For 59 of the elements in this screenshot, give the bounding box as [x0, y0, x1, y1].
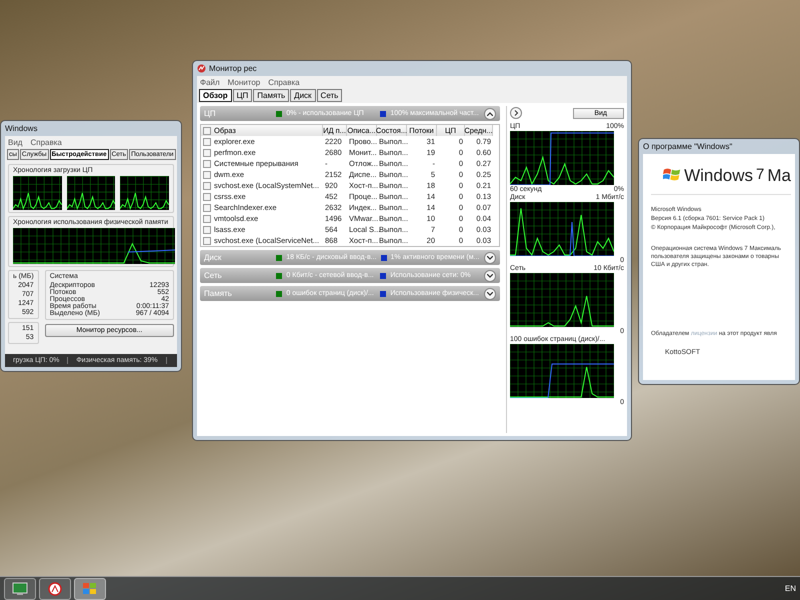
menu-item[interactable]: Справка — [30, 138, 62, 146]
chevron-icon — [487, 256, 494, 260]
swatch-icon — [380, 110, 386, 116]
swatch-icon — [380, 290, 386, 296]
menu-item[interactable]: Вид — [8, 138, 22, 146]
swatch-icon — [276, 272, 282, 278]
swatch-icon — [276, 110, 282, 116]
tab[interactable]: ЦП — [232, 89, 252, 102]
checkbox[interactable] — [203, 236, 211, 244]
app-icon — [197, 64, 206, 73]
tab[interactable]: Память — [253, 89, 290, 102]
checkbox[interactable] — [203, 226, 211, 234]
expand-button[interactable] — [484, 108, 496, 120]
windows-logo-icon — [82, 582, 98, 596]
checkbox[interactable] — [203, 148, 211, 156]
checkbox[interactable] — [203, 192, 211, 200]
checkbox[interactable] — [203, 182, 211, 190]
checkbox[interactable] — [203, 170, 211, 178]
swatch-icon — [380, 254, 387, 260]
taskbar-button[interactable] — [74, 578, 106, 600]
checkbox[interactable] — [203, 126, 211, 134]
monitor-icon — [12, 582, 28, 596]
graph-drawing — [120, 176, 170, 210]
chevron-icon — [487, 292, 494, 296]
chevron-icon — [487, 112, 494, 116]
checkbox[interactable] — [203, 204, 211, 212]
checkbox[interactable] — [203, 214, 211, 222]
logo-version: 7 — [756, 166, 764, 183]
swatch-icon — [380, 272, 386, 278]
taskbar-button[interactable] — [39, 578, 71, 600]
taskbar-button[interactable] — [4, 578, 36, 600]
section-title: Память — [204, 289, 233, 298]
checkbox[interactable] — [203, 138, 211, 146]
window-title: Монитор рес — [209, 64, 257, 73]
tab[interactable]: Сеть — [316, 89, 342, 102]
menu-item[interactable]: Справка — [268, 78, 300, 86]
menu-item[interactable]: Файл — [200, 78, 220, 86]
logo-edition: Ma — [767, 166, 791, 186]
chevron-icon — [487, 274, 494, 278]
tab[interactable]: Обзор — [199, 89, 232, 102]
window-title: Windows — [5, 124, 38, 133]
window-title: О программе "Windows" — [643, 142, 732, 151]
section-title: Сеть — [204, 271, 223, 280]
section-title: ЦП — [204, 109, 217, 118]
language-indicator[interactable]: EN — [784, 584, 796, 593]
menu-item[interactable]: Монитор — [228, 78, 260, 86]
arrow-right-icon[interactable] — [510, 107, 522, 119]
swatch-icon — [276, 290, 282, 296]
logo-text: Windows — [684, 166, 754, 186]
swatch-icon — [276, 254, 282, 260]
checkbox[interactable] — [203, 160, 211, 168]
section-title: Диск — [204, 253, 222, 262]
tab[interactable]: Диск — [290, 89, 316, 102]
graph-drawing — [13, 176, 62, 210]
expand-button[interactable] — [484, 270, 496, 282]
graph-drawing — [66, 176, 116, 210]
circle-icon — [48, 582, 62, 596]
expand-button[interactable] — [484, 252, 496, 264]
expand-button[interactable] — [484, 288, 496, 300]
